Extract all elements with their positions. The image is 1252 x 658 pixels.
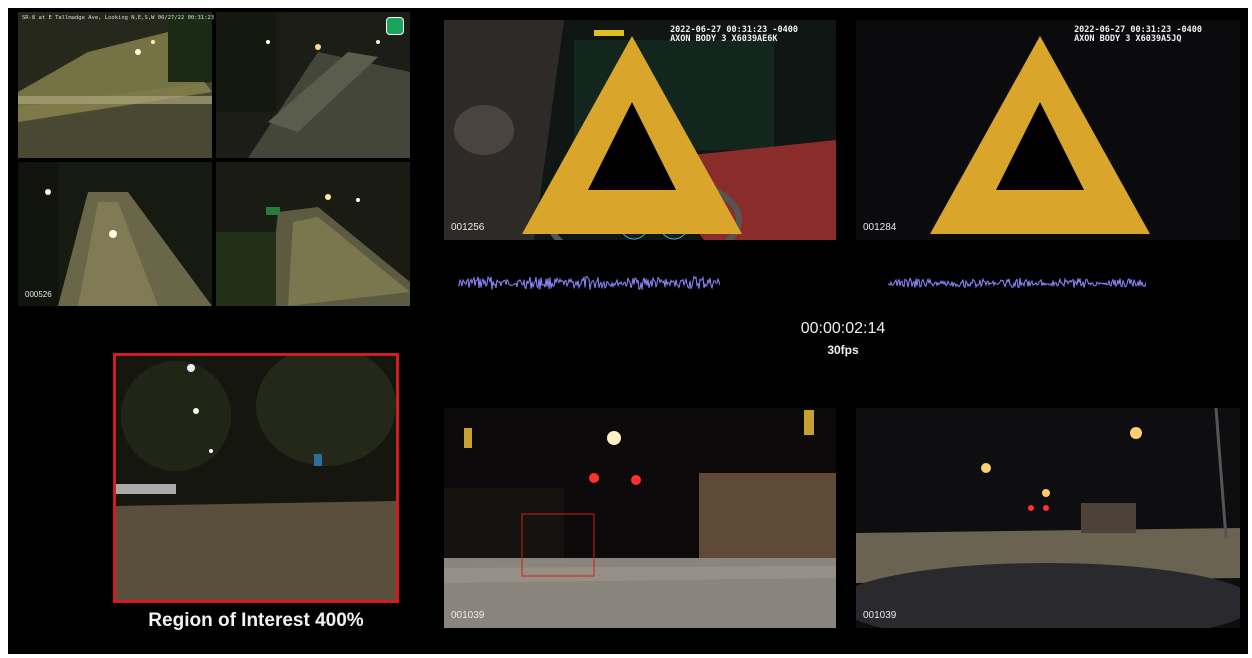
traffic-cam-west-scene (216, 162, 410, 306)
traffic-camera-scenes (18, 12, 410, 306)
playback-timecode: 00:00:02:14 (800, 320, 886, 337)
bodycam-1-view: 2022-06-27 00:31:23 -0400 AXON BODY 3 X6… (444, 20, 836, 240)
traffic-camera-quad-view: SR-8 at E Tallmadge Ave, Looking N,E,S,W… (18, 12, 410, 306)
axon-logo-icon (522, 36, 742, 234)
frame-rate-label: 30fps (827, 343, 859, 357)
traffic-camera-icon (386, 17, 404, 35)
region-of-interest-view (113, 353, 399, 603)
traffic-cam-south-scene (18, 162, 212, 306)
bodycam-2-frame-number: 001284 (863, 222, 897, 233)
region-of-interest-scene (116, 356, 396, 600)
dashcam-2-scene (856, 408, 1240, 628)
bodycam-2-view: 2022-06-27 00:31:23 -0400 AXON BODY 3 X6… (856, 20, 1240, 240)
traffic-cam-north-scene (18, 12, 212, 158)
dashcam-1-scene (444, 408, 836, 628)
bodycam-1-audio-waveform (458, 275, 720, 291)
region-of-interest-caption: Region of Interest 400% (148, 610, 364, 631)
traffic-cam-east-scene (216, 12, 410, 158)
video-compilation-frame: SR-8 at E Tallmadge Ave, Looking N,E,S,W… (8, 8, 1248, 654)
dashcam-2-frame-number: 001039 (863, 610, 897, 621)
traffic-camera-frame-number: 000526 (25, 290, 52, 299)
axon-logo-icon (930, 36, 1150, 234)
bodycam-2-audio-waveform (888, 277, 1146, 289)
dashcam-2-view: 001039 (856, 408, 1240, 628)
dashcam-1-view: 001039 (444, 408, 836, 628)
traffic-camera-title: SR-8 at E Tallmadge Ave, Looking N,E,S,W… (22, 15, 215, 21)
bodycam-1-frame-number: 001256 (451, 222, 485, 233)
dashcam-1-frame-number: 001039 (451, 610, 485, 621)
